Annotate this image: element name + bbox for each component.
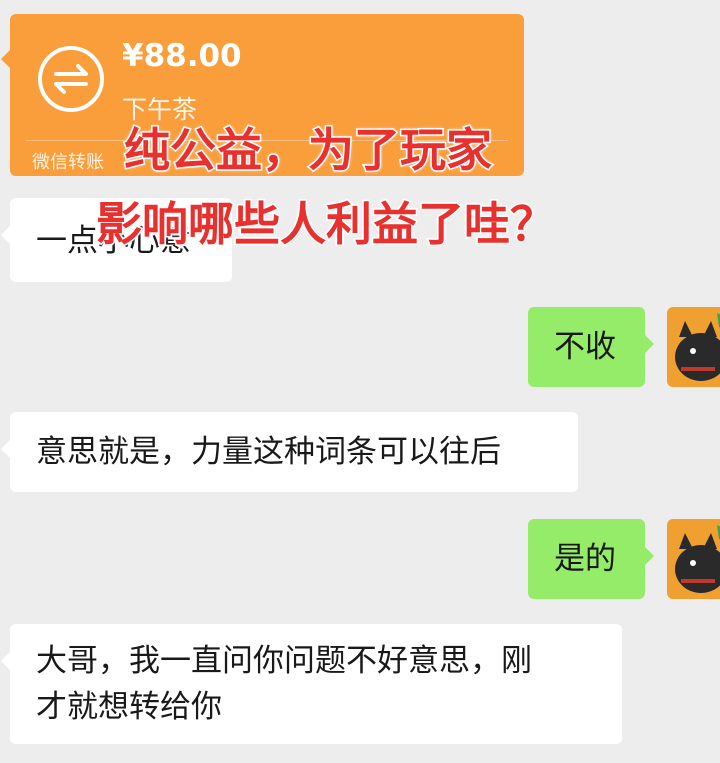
message-bubble-outgoing[interactable]: 不收 xyxy=(528,307,654,387)
message-bubble-incoming[interactable]: 大哥，我一直问你问题不好意思，刚 才就想转给你 xyxy=(1,624,622,744)
overlay-caption-line2: 影响哪些人利益了哇？ xyxy=(95,196,558,253)
overlay-caption-line1: 纯公益，为了玩家 xyxy=(123,122,494,179)
avatar[interactable] xyxy=(667,519,720,599)
message-bubble-outgoing[interactable]: 是的 xyxy=(528,519,654,599)
transfer-label: 微信转账 xyxy=(32,152,104,173)
transfer-arrows-icon xyxy=(38,46,104,112)
message-line: 大哥，我一直问你问题不好意思，刚 xyxy=(36,643,532,679)
message-bubble-incoming[interactable]: 意思就是，力量这种词条可以往后 xyxy=(1,412,578,492)
transfer-amount: ¥88.00 xyxy=(122,38,242,74)
avatar[interactable] xyxy=(667,307,720,387)
message-line: 才就想转给你 xyxy=(36,689,222,725)
